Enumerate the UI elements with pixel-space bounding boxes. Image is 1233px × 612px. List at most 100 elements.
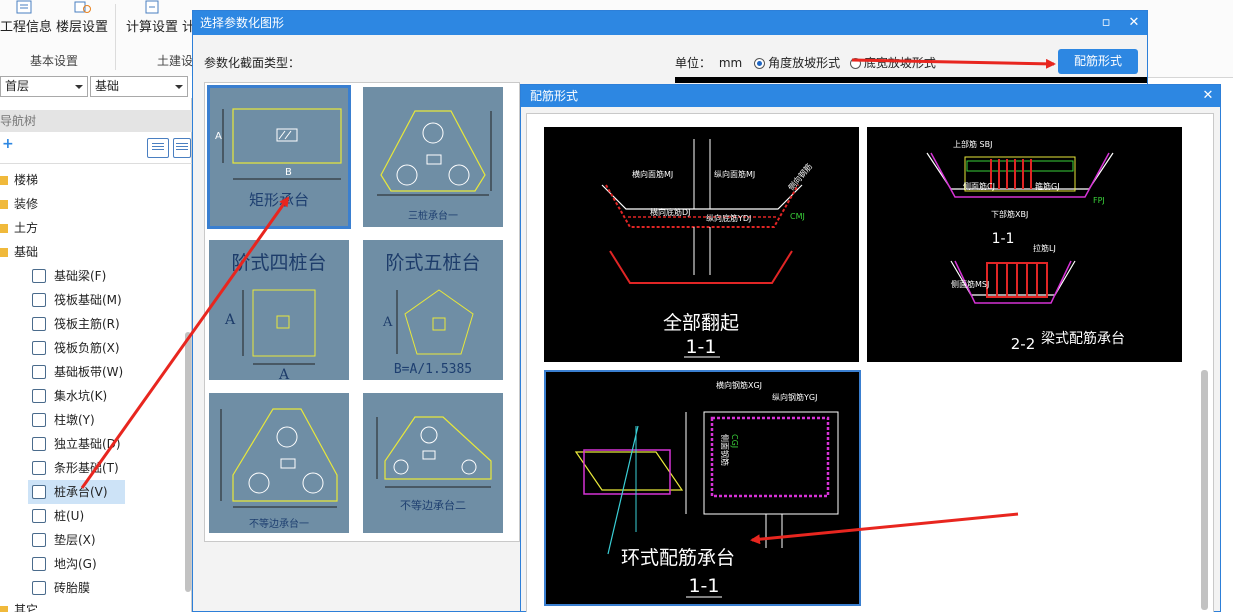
svg-text:梁式配筋承台: 梁式配筋承台 xyxy=(1041,330,1125,347)
chevron-down-icon xyxy=(175,85,183,89)
nav-scrollbar[interactable] xyxy=(185,332,191,592)
floor-select[interactable]: 首层 xyxy=(0,76,88,97)
strip-footing-icon xyxy=(32,461,46,475)
project-info-button[interactable]: 工程信息 xyxy=(0,0,52,40)
nav-item-slab-strip[interactable]: 基础板带(W) xyxy=(32,360,123,384)
cushion-icon xyxy=(32,533,46,547)
svg-text:A: A xyxy=(382,315,393,330)
ring-style-cap-drawing: 横向钢筋XGJ 纵向钢筋YGJ 侧面钢筋 CGJ 环式配筋承台 1-1 xyxy=(574,380,839,598)
beam-style-cap-drawing: 上部筋 SBJ 侧面筋CJ 箍筋GJ 下部筋XBJ 1-1 拉筋LJ FPJ 侧… xyxy=(926,139,1125,353)
reinforcement-form-dialog: 配筋形式 ✕ 横向面筋MJ 纵向面筋MJ 横向底筋DJ 纵向底筋YDJ CMJ … xyxy=(520,84,1221,612)
nav-item-sump[interactable]: 集水坑(K) xyxy=(32,384,107,408)
close-icon[interactable]: ✕ xyxy=(1123,11,1145,35)
svg-text:环式配筋承台: 环式配筋承台 xyxy=(621,547,735,569)
ribbon-group-basic: 基本设置 xyxy=(30,54,79,68)
floor-settings-button[interactable]: 楼层设置 xyxy=(56,0,108,40)
radio-angle-slope[interactable]: 角度放坡形式 xyxy=(754,56,840,70)
grid-view-icon[interactable] xyxy=(173,138,191,158)
section-type-label: 参数化截面类型： xyxy=(204,56,301,70)
list-view-icon[interactable] xyxy=(147,138,169,158)
svg-text:CMJ: CMJ xyxy=(790,212,805,221)
svg-text:纵向面筋MJ: 纵向面筋MJ xyxy=(714,169,755,179)
nav-folder-stairs[interactable]: 楼梯 xyxy=(0,168,38,192)
brick-mold-icon xyxy=(32,581,46,595)
ribbon-separator xyxy=(115,4,116,70)
svg-text:侧面筋MSJ: 侧面筋MSJ xyxy=(951,279,989,289)
thumb-caption: 不等边承台二 xyxy=(400,499,466,512)
thumb-unequal-cap-2[interactable]: 不等边承台二 xyxy=(363,393,503,533)
stepped-four-pile-drawing: A A xyxy=(224,289,316,380)
nav-item-cushion[interactable]: 垫层(X) xyxy=(32,528,96,552)
nav-item-raft-main-bar[interactable]: 筏板主筋(R) xyxy=(32,312,120,336)
nav-item-foundation-beam[interactable]: 基础梁(F) xyxy=(32,264,106,288)
thumb-stepped-five-pile[interactable]: 阶式五桩台 A B=A/1.5385 xyxy=(363,240,503,380)
svg-text:FPJ: FPJ xyxy=(1093,196,1105,205)
folder-icon xyxy=(0,176,8,185)
stepped-five-pile-drawing: A xyxy=(382,289,474,355)
radio-width-slope[interactable]: 底宽放坡形式 xyxy=(849,56,936,70)
nav-folder-decoration[interactable]: 装修 xyxy=(0,192,38,216)
navigation-panel: 导航树 + 楼梯 装修 土方 基础 基础梁(F) 筏板基础(M) 筏板主筋(R)… xyxy=(0,98,192,612)
reinforcement-options: 横向面筋MJ 纵向面筋MJ 横向底筋DJ 纵向底筋YDJ CMJ 侧向钢筋 全部… xyxy=(526,113,1214,612)
radio-checked-icon xyxy=(754,58,766,69)
calc-settings-icon xyxy=(145,0,159,14)
nav-folder-earthwork[interactable]: 土方 xyxy=(0,216,38,240)
svg-text:上部筋 SBJ: 上部筋 SBJ xyxy=(953,139,992,149)
thumb-unequal-cap-1[interactable]: 不等边承台一 xyxy=(209,393,349,533)
calc-settings-button[interactable]: 计算设置 xyxy=(126,0,178,40)
svg-text:1-1: 1-1 xyxy=(992,231,1015,247)
thumb-rect-cap[interactable]: A B 矩形承台 xyxy=(207,85,351,229)
all-bent-up-drawing: 横向面筋MJ 纵向面筋MJ 横向底筋DJ 纵向底筋YDJ CMJ 侧向钢筋 全部… xyxy=(601,139,814,358)
svg-text:纵向钢筋YGJ: 纵向钢筋YGJ xyxy=(772,392,817,402)
nav-item-pile[interactable]: 桩(U) xyxy=(32,504,84,528)
category-select[interactable]: 基础 xyxy=(90,76,188,97)
nav-folder-foundation[interactable]: 基础 xyxy=(0,240,38,264)
three-pile-cap-drawing xyxy=(377,110,492,196)
floor-settings-icon xyxy=(74,1,91,13)
folder-icon xyxy=(0,224,8,233)
nav-folder-other[interactable]: 其它 xyxy=(0,598,38,612)
isolated-footing-icon xyxy=(32,437,46,451)
slab-strip-icon xyxy=(32,365,46,379)
thumb-caption: 三桩承台一 xyxy=(408,211,458,222)
raft-neg-bar-icon xyxy=(32,341,46,355)
svg-text:A: A xyxy=(215,131,222,142)
svg-text:横向面筋MJ: 横向面筋MJ xyxy=(632,169,673,179)
card-beam-style-cap[interactable]: 上部筋 SBJ 侧面筋CJ 箍筋GJ 下部筋XBJ 1-1 拉筋LJ FPJ 侧… xyxy=(867,127,1182,362)
folder-icon xyxy=(0,606,8,612)
nav-item-trench[interactable]: 地沟(G) xyxy=(32,552,97,576)
pier-icon xyxy=(32,413,46,427)
reinforcement-form-button[interactable]: 配筋形式 xyxy=(1058,49,1138,74)
nav-item-pile-cap[interactable]: 桩承台(V) xyxy=(28,480,125,504)
svg-text:1-1: 1-1 xyxy=(685,336,716,358)
nav-toolbar: + xyxy=(0,134,192,164)
ribbon-group-civil: 土建设 xyxy=(157,54,194,68)
trench-icon xyxy=(32,557,46,571)
shape-thumbnail-grid: A B 矩形承台 三桩承台一 阶式四桩台 A A 阶式五桩台 A B=A/1.5… xyxy=(204,82,520,542)
thumb-caption: 不等边承台一 xyxy=(249,519,309,530)
svg-text:纵向底筋YDJ: 纵向底筋YDJ xyxy=(706,213,751,223)
raft-main-bar-icon xyxy=(32,317,46,331)
close-icon[interactable]: ✕ xyxy=(1197,84,1219,108)
folder-icon xyxy=(0,200,8,209)
svg-text:A: A xyxy=(224,312,236,328)
nav-item-isolated-footing[interactable]: 独立基础(D) xyxy=(32,432,121,456)
options-scrollbar[interactable] xyxy=(1201,370,1208,610)
thumb-stepped-four-pile[interactable]: 阶式四桩台 A A xyxy=(209,240,349,380)
nav-item-raft-neg-bar[interactable]: 筏板负筋(X) xyxy=(32,336,120,360)
svg-text:B: B xyxy=(285,167,292,178)
unequal-cap-1-drawing xyxy=(220,408,338,508)
nav-item-raft[interactable]: 筏板基础(M) xyxy=(32,288,122,312)
dialog-title: 配筋形式 ✕ xyxy=(521,85,1220,107)
nav-item-brick-mold[interactable]: 砖胎膜 xyxy=(32,576,90,600)
maximize-icon[interactable]: ▫ xyxy=(1095,11,1117,35)
nav-item-strip-footing[interactable]: 条形基础(T) xyxy=(32,456,119,480)
project-info-icon xyxy=(16,0,32,14)
nav-item-pier[interactable]: 柱墩(Y) xyxy=(32,408,95,432)
card-ring-style-cap[interactable]: 横向钢筋XGJ 纵向钢筋YGJ 侧面钢筋 CGJ 环式配筋承台 1-1 xyxy=(544,370,861,606)
thumb-caption: 矩形承台 xyxy=(248,191,309,209)
add-icon[interactable]: + xyxy=(2,136,14,152)
card-all-bent-up[interactable]: 横向面筋MJ 纵向面筋MJ 横向底筋DJ 纵向底筋YDJ CMJ 侧向钢筋 全部… xyxy=(544,127,859,362)
sump-icon xyxy=(32,389,46,403)
thumb-three-pile-cap[interactable]: 三桩承台一 xyxy=(363,87,503,227)
